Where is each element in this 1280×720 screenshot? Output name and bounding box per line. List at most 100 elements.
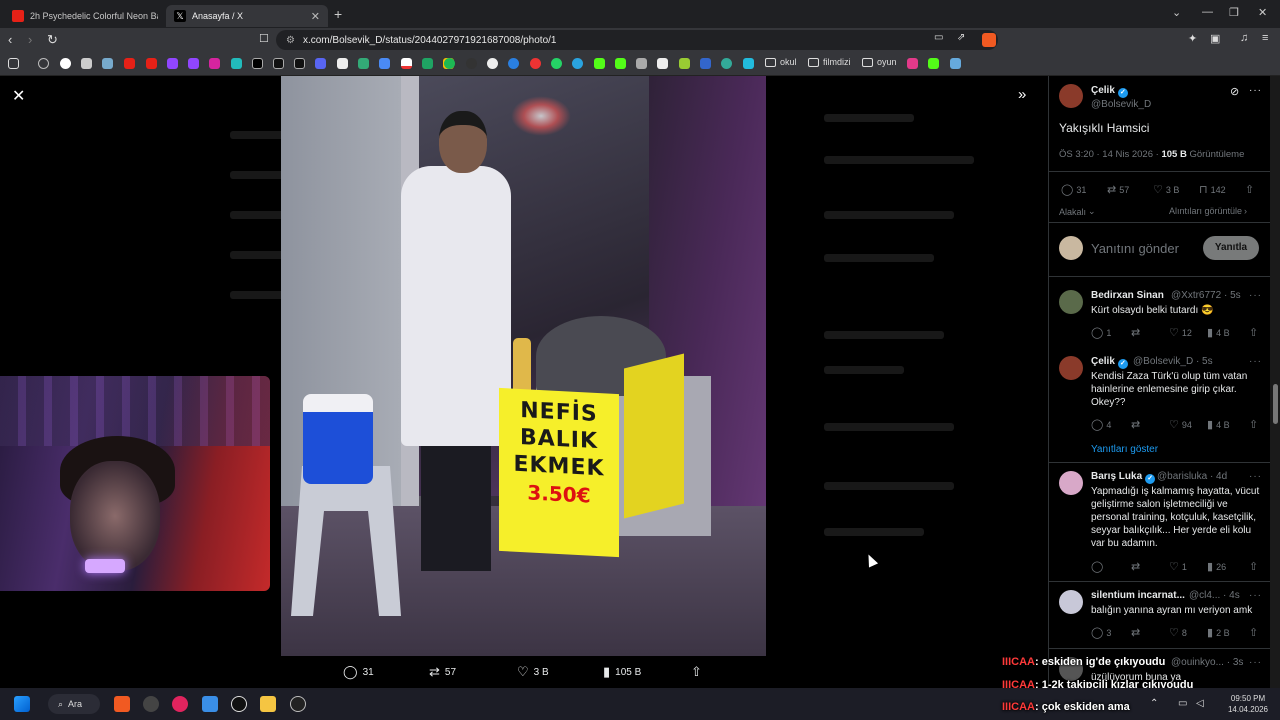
reply-author-handle[interactable]: @Bolsevik_D · 5s — [1133, 356, 1213, 367]
reply-stat[interactable]: ◯ 31 — [1061, 183, 1086, 196]
bookmark-site-icon[interactable] — [530, 58, 541, 69]
app-icon[interactable] — [290, 696, 306, 712]
media-player-icon[interactable] — [172, 696, 188, 712]
reply-views-stat[interactable]: ▮ 4 B — [1207, 326, 1230, 339]
reply-avatar[interactable] — [1059, 356, 1083, 380]
bookmark-site-icon[interactable] — [508, 58, 519, 69]
youtube-icon[interactable] — [124, 58, 135, 69]
reload-button[interactable]: ↻ — [47, 32, 58, 48]
media-icon[interactable]: ♫ — [1240, 32, 1248, 44]
close-icon[interactable]: ✕ — [12, 86, 25, 106]
drive-icon[interactable] — [422, 58, 433, 69]
file-explorer-icon[interactable] — [260, 696, 276, 712]
reply-share-stat[interactable]: ⇧ — [1249, 326, 1261, 339]
reply-avatar[interactable] — [1059, 590, 1083, 614]
reply-submit-button[interactable]: Yanıtla — [1203, 236, 1259, 260]
reply-reply-stat[interactable]: ◯ 4 — [1091, 418, 1111, 431]
reply-like-stat[interactable]: ♡ 12 — [1169, 326, 1192, 339]
windows-start-icon[interactable] — [14, 696, 30, 712]
bookmark-site-icon[interactable] — [231, 58, 242, 69]
tiktok-icon[interactable] — [273, 58, 284, 69]
url-field[interactable]: ⚙ x.com/Bolsevik_D/status/20440279719216… — [276, 30, 998, 50]
author-avatar[interactable] — [1059, 84, 1083, 108]
like-button[interactable]: ♡ 3 B — [517, 664, 549, 680]
reply-repost-stat[interactable]: ⇄ — [1131, 418, 1143, 431]
bookmark-site-icon[interactable] — [337, 58, 348, 69]
reply-avatar[interactable] — [1059, 290, 1083, 314]
bookmark-folder-okul[interactable]: okul — [765, 57, 797, 67]
back-button[interactable]: ‹ — [8, 32, 12, 47]
reply-author-handle[interactable]: @Xxtr6772 · 5s — [1171, 290, 1241, 301]
new-tab-button[interactable]: + — [334, 6, 342, 22]
more-options-icon[interactable]: ··· — [1249, 85, 1262, 96]
bookmark-site-icon[interactable] — [950, 58, 961, 69]
share-stat[interactable]: ⇧ — [1245, 183, 1257, 196]
app-icon[interactable] — [231, 696, 247, 712]
maximize-button[interactable]: ❐ — [1229, 6, 1239, 19]
bookmark-site-icon[interactable] — [721, 58, 732, 69]
close-tab-icon[interactable]: ✕ — [311, 10, 320, 23]
reply-button[interactable]: ◯ 31 — [343, 664, 374, 680]
obs-icon[interactable] — [143, 696, 159, 712]
x-logo-icon[interactable] — [252, 58, 263, 69]
bookmark-site-icon[interactable] — [379, 58, 390, 69]
more-options-icon[interactable]: ··· — [1249, 471, 1262, 482]
taskbar-search[interactable]: ⌕ Ara — [48, 694, 100, 714]
tab-search-icon[interactable]: ⌄ — [1172, 6, 1181, 19]
reply-reply-stat[interactable]: ◯ 1 — [1091, 326, 1111, 339]
scrollbar[interactable] — [1270, 76, 1280, 688]
share-button[interactable]: ⇧ — [691, 664, 707, 680]
clock[interactable]: 09:50 PM 14.04.2026 — [1220, 693, 1276, 715]
reply-like-stat[interactable]: ♡ 1 — [1169, 560, 1187, 573]
tab-youtube[interactable]: 2h Psychedelic Colorful Neon Backgro — [4, 5, 166, 27]
view-quotes-link[interactable]: Alıntıları görüntüle › — [1169, 206, 1247, 216]
reply-author-name[interactable]: Barış Luka ✓ — [1091, 471, 1156, 484]
views-button[interactable]: ▮ 105 B — [603, 664, 641, 680]
brave-icon[interactable] — [114, 696, 130, 712]
reply-views-stat[interactable]: ▮ 4 B — [1207, 418, 1230, 431]
bookmark-folder-oyun[interactable]: oyun — [862, 57, 897, 67]
reply-like-stat[interactable]: ♡ 8 — [1169, 626, 1187, 639]
author-name[interactable]: Çelik ✓ — [1091, 85, 1128, 98]
bookmark-site-icon[interactable] — [102, 58, 113, 69]
show-replies-link[interactable]: Yanıtları göster — [1091, 443, 1158, 456]
reply-share-stat[interactable]: ⇧ — [1249, 560, 1261, 573]
bookmark-icon[interactable]: ☐ — [259, 32, 269, 45]
reply-repost-stat[interactable]: ⇄ — [1131, 560, 1143, 573]
instagram-icon[interactable] — [209, 58, 220, 69]
reply-author-name[interactable]: Çelik ✓ — [1091, 356, 1128, 369]
reply-share-stat[interactable]: ⇧ — [1249, 418, 1261, 431]
bookmark-site-icon[interactable] — [679, 58, 690, 69]
reply-views-stat[interactable]: ▮ 26 — [1207, 560, 1226, 573]
history-icon[interactable] — [38, 58, 49, 69]
repost-stat[interactable]: ⇄ 57 — [1107, 183, 1129, 196]
sidebar-icon[interactable]: ▣ — [1210, 32, 1220, 45]
reply-views-stat[interactable]: ▮ 2 B — [1207, 626, 1230, 639]
google-icon[interactable] — [60, 58, 71, 69]
reply-reply-stat[interactable]: ◯ 3 — [1091, 626, 1111, 639]
reply-author-name[interactable]: silentium incarnat... — [1091, 590, 1185, 601]
twitch-icon[interactable] — [167, 58, 178, 69]
bookmark-site-icon[interactable] — [466, 58, 477, 69]
more-options-icon[interactable]: ··· — [1249, 290, 1262, 301]
bookmark-folder-filmdizi[interactable]: filmdizi — [808, 57, 851, 67]
reply-author-handle[interactable]: @barisluka · 4d — [1157, 471, 1227, 482]
menu-icon[interactable]: ≡ — [1262, 32, 1268, 44]
site-info-icon[interactable]: ⚙ — [286, 35, 295, 46]
bookmark-site-icon[interactable] — [700, 58, 711, 69]
like-stat[interactable]: ♡ 3 B — [1153, 183, 1179, 196]
bookmark-site-icon[interactable] — [81, 58, 92, 69]
whatsapp-icon[interactable] — [551, 58, 562, 69]
author-handle[interactable]: @Bolsevik_D — [1091, 99, 1151, 110]
kick-icon[interactable] — [928, 58, 939, 69]
more-options-icon[interactable]: ··· — [1249, 356, 1262, 367]
photos-icon[interactable] — [202, 696, 218, 712]
reply-repost-stat[interactable]: ⇄ — [1131, 326, 1143, 339]
bookmark-site-icon[interactable] — [743, 58, 754, 69]
tiktok-icon[interactable] — [294, 58, 305, 69]
bookmark-site-icon[interactable] — [636, 58, 647, 69]
gmail-icon[interactable] — [401, 58, 412, 69]
kick-icon[interactable] — [594, 58, 605, 69]
bookmark-site-icon[interactable] — [907, 58, 918, 69]
bookmark-site-icon[interactable] — [657, 58, 668, 69]
